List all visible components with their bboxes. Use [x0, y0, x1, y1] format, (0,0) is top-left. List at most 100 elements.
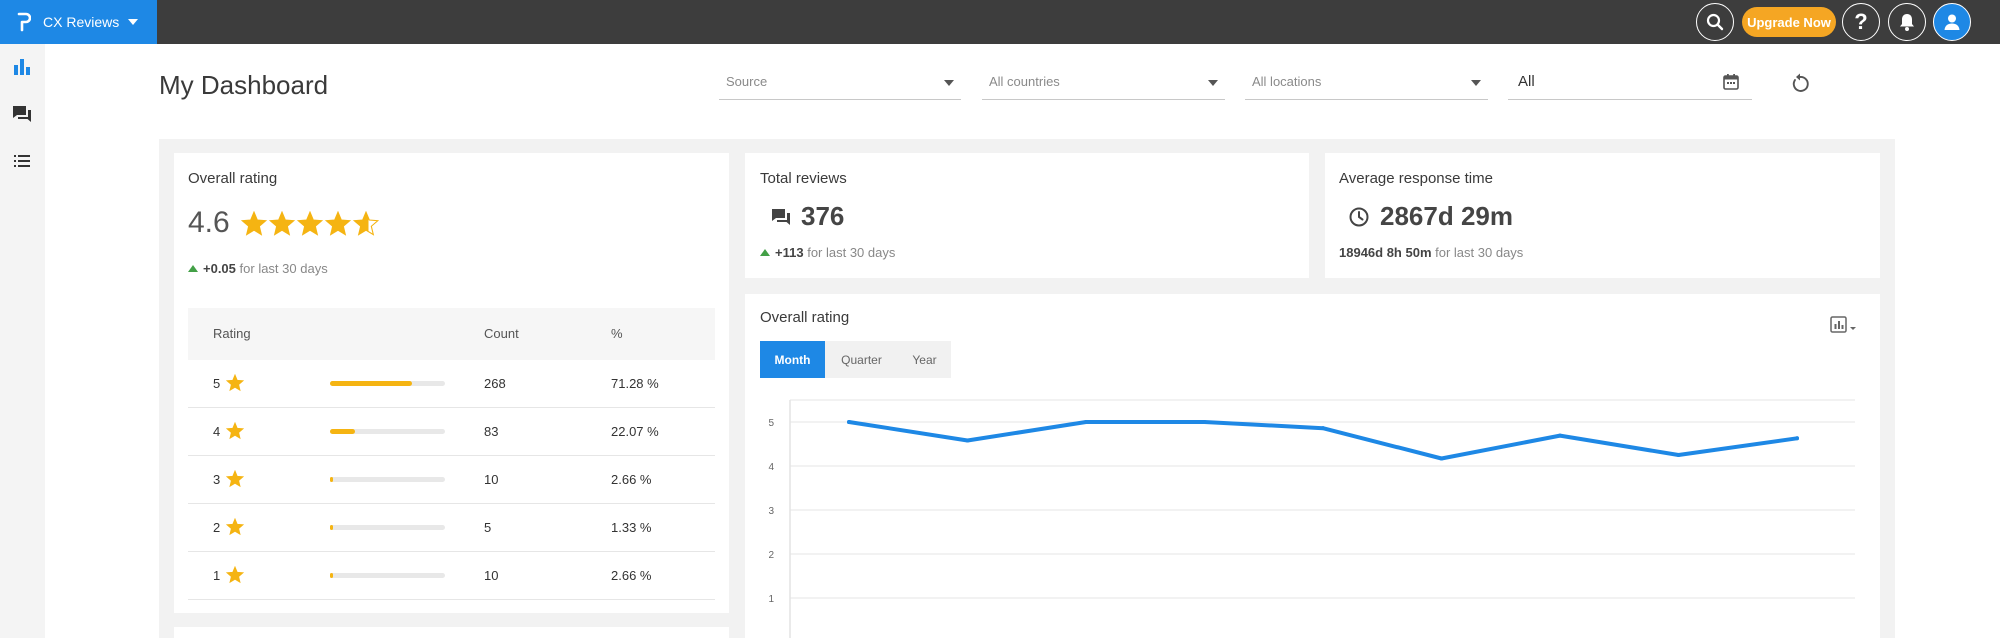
rating-percent: 71.28 %	[611, 376, 659, 391]
help-glyph: ?	[1854, 9, 1868, 34]
rating-delta-value: +0.05	[203, 261, 236, 276]
date-range-value: All	[1518, 73, 1535, 90]
rating-count: 10	[484, 568, 499, 583]
list-icon[interactable]	[11, 150, 33, 172]
table-row: 5 268 71.28 %	[188, 360, 715, 408]
clock-icon	[1349, 207, 1369, 227]
next-card	[174, 627, 729, 638]
rating-share-fill	[330, 429, 356, 434]
star-icon	[297, 211, 323, 236]
star-slot	[225, 421, 245, 445]
date-range-filter[interactable]: All	[1508, 68, 1752, 100]
rating-count: 5	[484, 520, 492, 535]
star-icon	[225, 421, 245, 440]
chevron-down-icon	[128, 19, 138, 25]
reset-icon[interactable]	[1788, 72, 1812, 96]
rating-share-fill	[330, 477, 334, 482]
calendar-icon[interactable]	[1722, 73, 1740, 91]
rating-share-bar	[330, 477, 445, 482]
dashboard-chart-icon[interactable]	[11, 56, 33, 78]
source-filter[interactable]: Source	[719, 68, 961, 100]
upgrade-now-button[interactable]: Upgrade Now	[1742, 7, 1836, 37]
avg-response-sub-value: 18946d 8h 50m	[1339, 245, 1432, 260]
chart-type-icon[interactable]	[1830, 315, 1860, 335]
table-row: 1 10 2.66 %	[188, 552, 715, 600]
total-reviews-title: Total reviews	[760, 170, 847, 187]
rating-share-bar	[330, 525, 445, 530]
rating-share-bar	[330, 573, 445, 578]
rating-share-fill	[330, 381, 412, 386]
rating-level: 2	[213, 520, 221, 535]
countries-filter-value: All countries	[989, 74, 1060, 89]
locations-filter-value: All locations	[1252, 74, 1322, 89]
help-icon[interactable]: ?	[1842, 3, 1880, 41]
bell-icon[interactable]	[1888, 3, 1926, 41]
chevron-down-icon	[1471, 80, 1481, 86]
overall-rating-title: Overall rating	[188, 170, 278, 187]
avg-response-value: 2867d 29m	[1380, 201, 1513, 231]
locations-filter[interactable]: All locations	[1245, 68, 1488, 100]
trend-up-icon	[188, 265, 198, 272]
reviews-delta-suffix: for last 30 days	[807, 245, 896, 260]
star-slot	[225, 469, 245, 493]
star-icon	[225, 373, 245, 392]
reviews-chat-icon[interactable]	[11, 103, 33, 125]
rating-percent: 22.07 %	[611, 424, 659, 439]
rating-percent: 2.66 %	[611, 568, 652, 583]
page-title: My Dashboard	[159, 70, 329, 100]
star-icon	[225, 517, 245, 536]
rating-table-header: Rating Count %	[188, 308, 715, 360]
overall-rating-value: 4.6	[188, 206, 230, 239]
rating-count: 83	[484, 424, 499, 439]
app-switcher[interactable]: CX Reviews	[0, 0, 157, 44]
rating-delta-suffix: for last 30 days	[239, 261, 328, 276]
total-reviews-value: 376	[801, 201, 845, 231]
star-icon	[353, 211, 379, 236]
rating-share-fill	[330, 573, 334, 578]
star-slot	[225, 565, 245, 589]
search-icon[interactable]	[1696, 3, 1734, 41]
trend-up-icon	[760, 249, 770, 256]
star-icon	[241, 211, 267, 236]
rating-share-bar	[330, 381, 445, 386]
rating-level: 4	[213, 424, 221, 439]
top-bar: CX Reviews Upgrade Now ?	[0, 0, 2000, 44]
rating-percent: 1.33 %	[611, 520, 652, 535]
reviews-chat-icon	[772, 209, 790, 225]
table-row: 3 10 2.66 %	[188, 456, 715, 504]
rating-count: 10	[484, 472, 499, 487]
rating-level: 5	[213, 376, 221, 391]
rating-level: 3	[213, 472, 221, 487]
user-icon[interactable]	[1933, 3, 1971, 41]
rating-percent: 2.66 %	[611, 472, 652, 487]
reviews-delta: +113 for last 30 days	[760, 245, 895, 260]
avg-response-sub: 18946d 8h 50m for last 30 days	[1339, 245, 1523, 260]
table-row: 4 83 22.07 %	[188, 408, 715, 456]
star-slot	[225, 373, 245, 397]
rating-level: 1	[213, 568, 221, 583]
reviews-delta-value: +113	[775, 245, 804, 260]
tab-month[interactable]: Month	[760, 341, 825, 378]
star-icon	[269, 211, 295, 236]
avg-response-sub-suffix: for last 30 days	[1435, 245, 1524, 260]
rating-column-header: Rating	[213, 326, 251, 341]
rating-delta: +0.05 for last 30 days	[188, 261, 328, 276]
rating-share-fill	[330, 525, 333, 530]
star-slot	[225, 517, 245, 541]
star-icon	[225, 469, 245, 488]
tab-quarter[interactable]: Quarter	[825, 341, 898, 378]
count-column-header: Count	[484, 326, 519, 341]
countries-filter[interactable]: All countries	[982, 68, 1225, 100]
star-icon	[225, 565, 245, 584]
chevron-down-icon	[944, 80, 954, 86]
tab-year[interactable]: Year	[898, 341, 951, 378]
star-icon	[325, 211, 351, 236]
table-row: 2 5 1.33 %	[188, 504, 715, 552]
source-filter-value: Source	[726, 74, 768, 89]
app-name: CX Reviews	[43, 14, 120, 30]
rating-chart-title: Overall rating	[760, 309, 850, 326]
rating-share-bar	[330, 429, 445, 434]
percent-column-header: %	[611, 326, 623, 341]
left-sidebar	[0, 44, 45, 638]
rating-count: 268	[484, 376, 506, 391]
